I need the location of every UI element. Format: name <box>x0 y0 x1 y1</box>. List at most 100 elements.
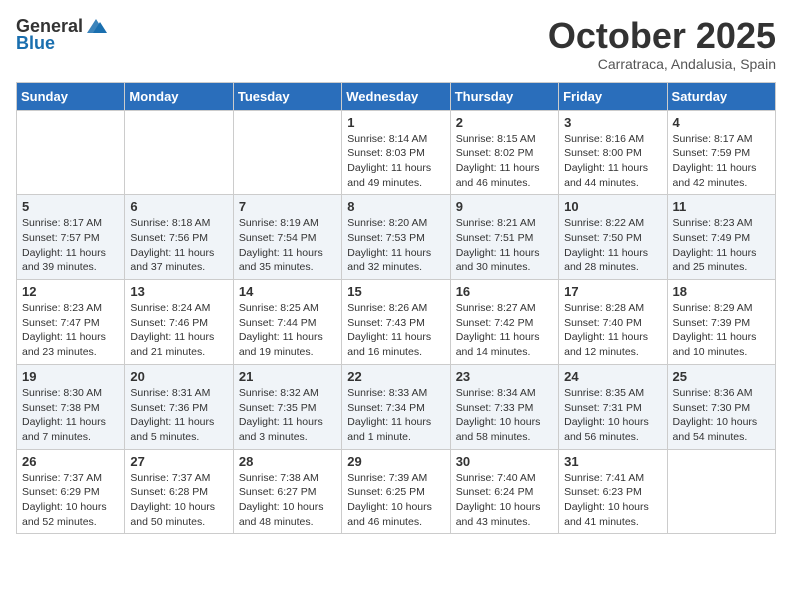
day-number: 5 <box>22 199 119 214</box>
calendar-cell: 14Sunrise: 8:25 AMSunset: 7:44 PMDayligh… <box>233 280 341 365</box>
calendar-cell <box>125 110 233 195</box>
day-info-line: and 7 minutes. <box>22 430 119 445</box>
day-info-line: Sunset: 6:28 PM <box>130 485 227 500</box>
calendar-cell: 15Sunrise: 8:26 AMSunset: 7:43 PMDayligh… <box>342 280 450 365</box>
day-info-line: and 32 minutes. <box>347 260 444 275</box>
day-info-line: Sunset: 7:30 PM <box>673 401 770 416</box>
day-info-line: Daylight: 11 hours <box>347 161 444 176</box>
day-number: 23 <box>456 369 553 384</box>
day-info-line: Daylight: 10 hours <box>239 500 336 515</box>
day-info-line: Sunset: 8:03 PM <box>347 146 444 161</box>
calendar-cell <box>17 110 125 195</box>
day-info: Sunrise: 8:23 AMSunset: 7:49 PMDaylight:… <box>673 216 770 275</box>
day-info-line: Sunrise: 8:34 AM <box>456 386 553 401</box>
day-info-line: Sunrise: 8:22 AM <box>564 216 661 231</box>
calendar-week-row: 5 Sunrise: 8:17 AMSunset: 7:57 PMDaylight… <box>17 195 776 280</box>
logo-icon <box>85 17 107 35</box>
day-info-line: Daylight: 11 hours <box>130 330 227 345</box>
day-info-line: Daylight: 10 hours <box>456 415 553 430</box>
day-info-line: and 3 minutes. <box>239 430 336 445</box>
day-number: 4 <box>673 115 770 130</box>
day-info: Sunrise: 8:21 AMSunset: 7:51 PMDaylight:… <box>456 216 553 275</box>
day-info-line: Sunrise: 8:21 AM <box>456 216 553 231</box>
day-info-line: and 16 minutes. <box>347 345 444 360</box>
day-number: 1 <box>347 115 444 130</box>
day-number: 15 <box>347 284 444 299</box>
day-info: Sunrise: 8:17 AMSunset: 7:57 PMDaylight:… <box>22 216 119 275</box>
day-info: Sunrise: 7:38 AMSunset: 6:27 PMDaylight:… <box>239 471 336 530</box>
day-info-line: Sunset: 8:00 PM <box>564 146 661 161</box>
day-info: Sunrise: 7:39 AMSunset: 6:25 PMDaylight:… <box>347 471 444 530</box>
day-number: 29 <box>347 454 444 469</box>
day-info-line: and 14 minutes. <box>456 345 553 360</box>
calendar-cell: 23 Sunrise: 8:34 AMSunset: 7:33 PMDayligh… <box>450 364 558 449</box>
day-info-line: and 43 minutes. <box>456 515 553 530</box>
day-number: 11 <box>673 199 770 214</box>
calendar-table: SundayMondayTuesdayWednesdayThursdayFrid… <box>16 82 776 535</box>
title-block: October 2025 Carratraca, Andalusia, Spai… <box>548 16 776 72</box>
day-info-line: Sunrise: 7:37 AM <box>130 471 227 486</box>
day-info-line: Daylight: 11 hours <box>22 415 119 430</box>
day-number: 9 <box>456 199 553 214</box>
weekday-header-saturday: Saturday <box>667 82 775 110</box>
day-info: Sunrise: 8:24 AMSunset: 7:46 PMDaylight:… <box>130 301 227 360</box>
page-header: General Blue October 2025 Carratraca, An… <box>16 16 776 72</box>
day-info-line: Sunrise: 8:14 AM <box>347 132 444 147</box>
day-info-line: Sunrise: 8:36 AM <box>673 386 770 401</box>
day-info-line: Daylight: 11 hours <box>22 330 119 345</box>
day-info-line: Daylight: 10 hours <box>347 500 444 515</box>
calendar-cell: 10Sunrise: 8:22 AMSunset: 7:50 PMDayligh… <box>559 195 667 280</box>
calendar-cell: 24Sunrise: 8:35 AMSunset: 7:31 PMDayligh… <box>559 364 667 449</box>
calendar-week-row: 1 Sunrise: 8:14 AMSunset: 8:03 PMDaylight… <box>17 110 776 195</box>
day-info-line: Daylight: 10 hours <box>564 500 661 515</box>
calendar-cell: 27Sunrise: 7:37 AMSunset: 6:28 PMDayligh… <box>125 449 233 534</box>
day-info-line: Sunset: 7:34 PM <box>347 401 444 416</box>
day-info-line: Daylight: 10 hours <box>456 500 553 515</box>
calendar-cell <box>667 449 775 534</box>
day-info-line: Daylight: 10 hours <box>564 415 661 430</box>
calendar-week-row: 19Sunrise: 8:30 AMSunset: 7:38 PMDayligh… <box>17 364 776 449</box>
day-number: 24 <box>564 369 661 384</box>
day-info-line: and 52 minutes. <box>22 515 119 530</box>
day-info-line: Sunset: 6:27 PM <box>239 485 336 500</box>
day-info-line: Sunset: 7:36 PM <box>130 401 227 416</box>
day-info-line: Sunrise: 8:23 AM <box>22 301 119 316</box>
day-number: 7 <box>239 199 336 214</box>
weekday-header-monday: Monday <box>125 82 233 110</box>
day-info-line: and 10 minutes. <box>673 345 770 360</box>
day-info-line: Daylight: 11 hours <box>239 246 336 261</box>
day-info: Sunrise: 8:32 AMSunset: 7:35 PMDaylight:… <box>239 386 336 445</box>
day-number: 6 <box>130 199 227 214</box>
calendar-cell: 12 Sunrise: 8:23 AMSunset: 7:47 PMDayligh… <box>17 280 125 365</box>
logo: General Blue <box>16 16 107 54</box>
day-info-line: Daylight: 11 hours <box>239 415 336 430</box>
day-info: Sunrise: 8:34 AMSunset: 7:33 PMDaylight:… <box>456 386 553 445</box>
day-info-line: Sunset: 7:39 PM <box>673 316 770 331</box>
day-number: 22 <box>347 369 444 384</box>
calendar-cell: 5 Sunrise: 8:17 AMSunset: 7:57 PMDaylight… <box>17 195 125 280</box>
day-info-line: Sunset: 8:02 PM <box>456 146 553 161</box>
calendar-week-row: 12Sunrise: 8:23 AMSunset: 7:47 PMDayligh… <box>17 280 776 365</box>
day-info-line: Sunset: 7:42 PM <box>456 316 553 331</box>
day-info-line: Sunset: 7:47 PM <box>22 316 119 331</box>
calendar-cell: 9 Sunrise: 8:21 AMSunset: 7:51 PMDaylight… <box>450 195 558 280</box>
day-number: 12 <box>22 284 119 299</box>
day-info: Sunrise: 7:37 AMSunset: 6:28 PMDaylight:… <box>130 471 227 530</box>
day-info-line: Sunrise: 8:27 AM <box>456 301 553 316</box>
day-info-line: Sunrise: 7:38 AM <box>239 471 336 486</box>
day-info-line: and 35 minutes. <box>239 260 336 275</box>
weekday-header-sunday: Sunday <box>17 82 125 110</box>
day-info-line: and 50 minutes. <box>130 515 227 530</box>
day-info-line: Sunset: 7:43 PM <box>347 316 444 331</box>
day-number: 28 <box>239 454 336 469</box>
day-info: Sunrise: 7:40 AMSunset: 6:24 PMDaylight:… <box>456 471 553 530</box>
day-info-line: Daylight: 10 hours <box>22 500 119 515</box>
day-info-line: Sunset: 7:50 PM <box>564 231 661 246</box>
day-info-line: and 46 minutes. <box>456 176 553 191</box>
day-info: Sunrise: 8:25 AMSunset: 7:44 PMDaylight:… <box>239 301 336 360</box>
day-info-line: and 21 minutes. <box>130 345 227 360</box>
day-info-line: Daylight: 10 hours <box>130 500 227 515</box>
day-info-line: Sunrise: 8:20 AM <box>347 216 444 231</box>
day-info-line: Sunrise: 8:23 AM <box>673 216 770 231</box>
day-number: 8 <box>347 199 444 214</box>
